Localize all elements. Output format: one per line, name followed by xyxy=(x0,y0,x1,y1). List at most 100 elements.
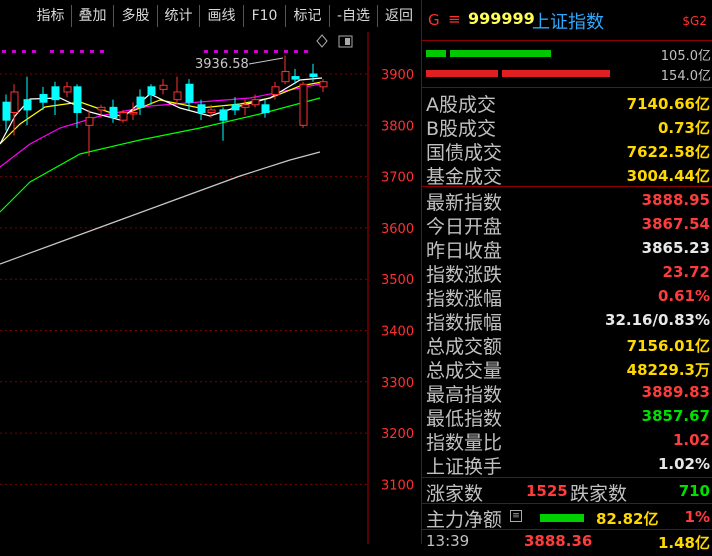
candle-body xyxy=(136,96,145,108)
sg-badge[interactable]: $G2 xyxy=(682,14,707,28)
marker-dot xyxy=(80,50,84,53)
candle-body xyxy=(119,111,128,121)
row-label: 最高指数 xyxy=(426,384,503,406)
purple-marker-dots xyxy=(2,50,308,53)
list-item: 今日开盘 3867.54 xyxy=(422,212,712,238)
tick-volume: 1.48亿 xyxy=(657,534,710,552)
y-axis-label: 3500 xyxy=(381,273,414,288)
mainflow-label: 主力净额 xyxy=(426,509,503,531)
tick-time: 13:39 xyxy=(426,532,470,550)
row-value: 48229.3万 xyxy=(626,361,710,379)
list-item: 指数振幅 32.16/0.83% xyxy=(422,308,712,334)
row-label: 指数涨幅 xyxy=(426,288,503,310)
y-axis-label: 3200 xyxy=(381,427,414,442)
marker-dot xyxy=(294,50,298,53)
diamond-icon[interactable] xyxy=(316,34,328,48)
hamburger-icon[interactable]: ≡ xyxy=(448,10,461,28)
multi-stock-button[interactable]: 多股 xyxy=(114,5,158,27)
marker-dot xyxy=(224,50,228,53)
candle-body xyxy=(51,86,60,101)
list-item: 最高指数 3889.83 xyxy=(422,380,712,406)
y-axis-label: 3900 xyxy=(381,68,414,83)
mainflow-row: 主力净额 ≡ 82.82亿 1% xyxy=(422,505,712,531)
window-toggle-icon[interactable] xyxy=(338,35,353,48)
list-item: A股成交 7140.66亿 xyxy=(422,90,712,116)
breadth-row: 涨家数 1525 跌家数 710 xyxy=(422,479,712,505)
list-item: 指数涨幅 0.61% xyxy=(422,284,712,310)
row-label: 指数振幅 xyxy=(426,312,503,334)
up-count-label: 涨家数 xyxy=(426,483,484,505)
marker-dot xyxy=(264,50,268,53)
ma-line xyxy=(0,151,321,265)
list-item: 基金成交 3004.44亿 xyxy=(422,162,712,188)
mark-button[interactable]: 标记 xyxy=(286,5,330,27)
candle-body xyxy=(109,106,118,119)
marker-dot xyxy=(90,50,94,53)
y-axis-label: 3600 xyxy=(381,222,414,237)
row-value: 3865.23 xyxy=(641,239,710,257)
candle-body xyxy=(185,83,194,103)
mainflow-pct: 1% xyxy=(684,508,710,526)
kline-svg[interactable]: 3900 3800 3700 3600 3500 3400 3300 3200 3100 393… xyxy=(0,32,418,544)
candle-body xyxy=(85,117,94,126)
list-item: 最低指数 3857.67 xyxy=(422,404,712,430)
back-button[interactable]: 返回 xyxy=(378,5,420,27)
flow-bottom-value: 154.0亿 xyxy=(660,69,711,84)
candle-body xyxy=(63,86,72,93)
stock-name: 上证指数 xyxy=(532,12,604,33)
kline-chart[interactable]: 3900 3800 3700 3600 3500 3400 3300 3200 3100 393… xyxy=(0,32,418,544)
overlay-button[interactable]: 叠加 xyxy=(72,5,114,27)
list-item: B股成交 0.73亿 xyxy=(422,114,712,140)
draw-line-button[interactable]: 画线 xyxy=(200,5,244,27)
row-label: 今日开盘 xyxy=(426,216,503,238)
down-count: 710 xyxy=(678,482,710,500)
candle-body xyxy=(2,101,11,121)
candle-body xyxy=(173,91,182,101)
row-label: 总成交量 xyxy=(426,360,503,382)
remove-watchlist-button[interactable]: -自选 xyxy=(330,5,378,27)
row-label: 指数涨跌 xyxy=(426,264,503,286)
row-value: 3857.67 xyxy=(641,407,710,425)
row-label: 最新指数 xyxy=(426,192,503,214)
row-value: 32.16/0.83% xyxy=(605,311,710,329)
row-label: 昨日收盘 xyxy=(426,240,503,262)
row-value: 0.61% xyxy=(657,287,710,305)
marker-dot xyxy=(254,50,258,53)
row-label: 上证换手 xyxy=(426,456,503,478)
ma-line xyxy=(0,97,321,213)
row-label: 最低指数 xyxy=(426,408,503,430)
list-item: 指数量比 1.02 xyxy=(422,428,712,454)
row-label: A股成交 xyxy=(426,94,496,116)
list-item: 昨日收盘 3865.23 xyxy=(422,236,712,262)
row-value: 3004.44亿 xyxy=(626,167,710,185)
detail-icon[interactable]: ≡ xyxy=(510,510,522,522)
row-value: 3867.54 xyxy=(641,215,710,233)
mainflow-value: 82.82亿 xyxy=(596,510,659,528)
row-label: 国债成交 xyxy=(426,142,503,164)
row-value: 1.02 xyxy=(672,431,710,449)
f10-button[interactable]: F10 xyxy=(244,5,286,27)
row-value: 7622.58亿 xyxy=(626,143,710,161)
row-value: 3889.83 xyxy=(641,383,710,401)
y-axis-label: 3100 xyxy=(381,478,414,493)
statistics-button[interactable]: 统计 xyxy=(158,5,200,27)
marker-dot xyxy=(204,50,208,53)
candle-body xyxy=(159,84,168,90)
row-value: 3888.95 xyxy=(641,191,710,209)
down-count-label: 跌家数 xyxy=(570,483,628,505)
y-axis-label: 3800 xyxy=(381,119,414,134)
marker-dot xyxy=(12,50,16,53)
list-item: 最新指数 3888.95 xyxy=(422,188,712,214)
indicator-button[interactable]: 指标 xyxy=(30,5,72,27)
marker-dot xyxy=(32,50,36,53)
row-label: 总成交额 xyxy=(426,336,503,358)
candle-body xyxy=(309,73,318,78)
quote-header: G ≡ 999999 上证指数 $G2 xyxy=(422,0,712,41)
row-label: 指数量比 xyxy=(426,432,503,454)
candle-body xyxy=(39,94,48,103)
candle-body xyxy=(271,86,280,96)
up-count: 1525 xyxy=(526,482,568,500)
row-value: 0.73亿 xyxy=(657,119,710,137)
mainflow-bar xyxy=(540,514,584,522)
candle-body xyxy=(281,70,290,83)
